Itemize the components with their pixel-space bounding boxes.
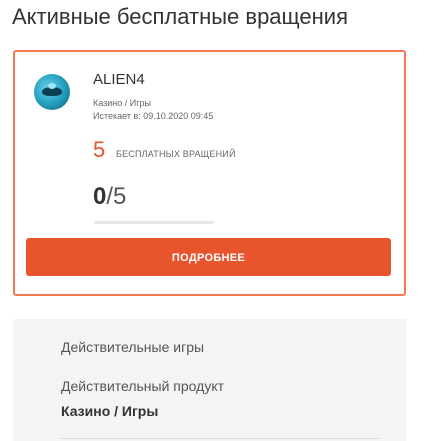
spins-progress-text: 0/5: [93, 183, 126, 211]
valid-product-label: Действительный продукт: [61, 378, 225, 394]
game-name: ALIEN4: [93, 71, 145, 88]
free-spins-card: ALIEN4 Казино / Игры Истекает в: 09.10.2…: [13, 50, 406, 296]
valid-games-label[interactable]: Действительные игры: [61, 339, 204, 355]
spins-label: БЕСПЛАТНЫХ ВРАЩЕНИЙ: [116, 149, 236, 159]
spins-progress-bar: [94, 221, 214, 224]
alien-ufo-game-icon: [34, 74, 70, 110]
spins-used: 0: [93, 183, 107, 210]
details-button[interactable]: ПОДРОБНЕЕ: [26, 238, 391, 276]
free-spins-page: Активные бесплатные вращения ALIEN4 Кази…: [0, 0, 429, 441]
game-category: Казино / Игры: [93, 98, 152, 108]
spins-total: /5: [106, 183, 127, 210]
expiry-date: Истекает в: 09.10.2020 09:45: [93, 111, 214, 121]
valid-product-value: Казино / Игры: [61, 403, 159, 419]
divider: [61, 438, 379, 439]
spins-count: 5: [93, 137, 106, 162]
page-title: Активные бесплатные вращения: [12, 4, 348, 29]
bonus-info-panel: Действительные игры Действительный проду…: [13, 319, 406, 441]
